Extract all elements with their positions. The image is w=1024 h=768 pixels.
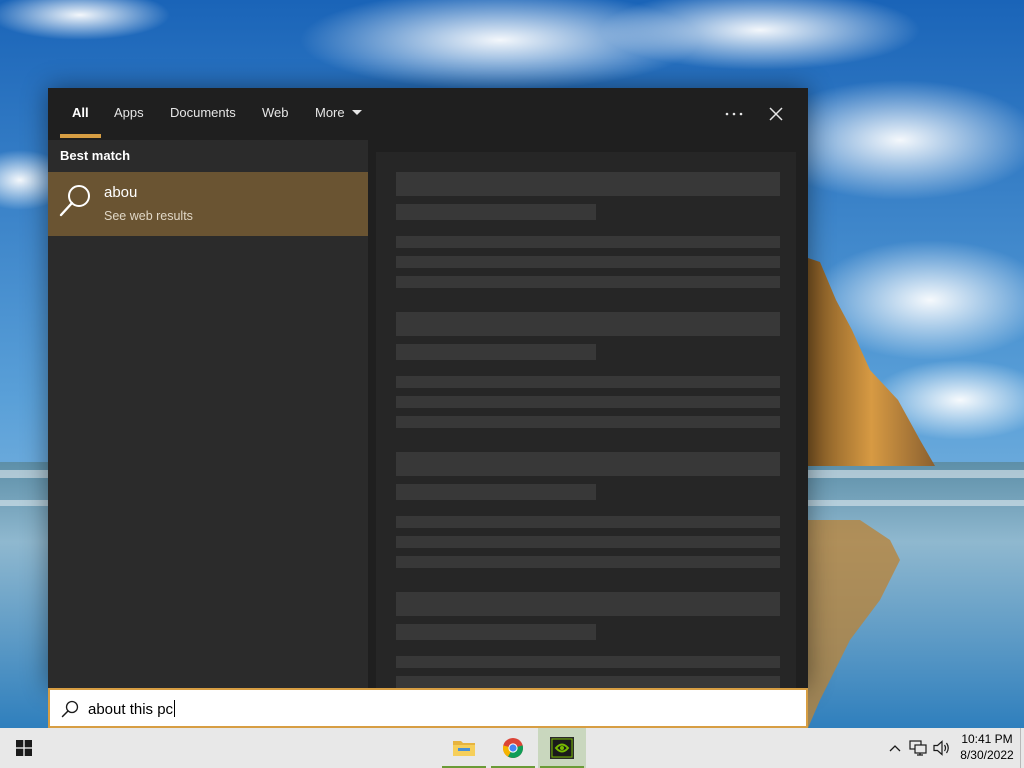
- skeleton-line: [396, 516, 780, 528]
- close-icon: [769, 107, 783, 121]
- best-match-result[interactable]: abou See web results: [48, 172, 368, 236]
- show-hidden-icons-button[interactable]: [885, 738, 905, 758]
- search-icon: [59, 185, 90, 217]
- network-button[interactable]: [908, 738, 928, 758]
- taskbar-app-file-explorer[interactable]: [440, 728, 488, 768]
- search-input[interactable]: about this pc: [48, 688, 808, 728]
- search-query: about this pc: [88, 701, 174, 718]
- volume-button[interactable]: [932, 738, 952, 758]
- tab-all-label: All: [72, 105, 89, 120]
- skeleton-heading: [396, 172, 780, 196]
- nvidia-icon: [550, 737, 574, 759]
- tab-apps-label: Apps: [114, 105, 144, 120]
- taskbar-clock[interactable]: 10:41 PM 8/30/2022: [954, 731, 1020, 763]
- skeleton-subheading: [396, 344, 596, 360]
- skeleton-heading: [396, 592, 780, 616]
- skeleton-subheading: [396, 624, 596, 640]
- clock-date: 8/30/2022: [960, 748, 1014, 762]
- skeleton-line: [396, 396, 780, 408]
- skeleton-line: [396, 256, 780, 268]
- skeleton-subheading: [396, 204, 596, 220]
- tab-apps[interactable]: Apps: [114, 88, 144, 140]
- best-match-subtitle: See web results: [104, 209, 193, 223]
- skeleton-subheading: [396, 484, 596, 500]
- tab-web-label: Web: [262, 105, 289, 120]
- chevron-down-icon: [351, 110, 362, 116]
- search-panel: All Apps Documents Web More Best match a…: [48, 88, 808, 688]
- skeleton-line: [396, 656, 780, 668]
- chrome-icon: [502, 738, 524, 759]
- skeleton-heading: [396, 452, 780, 476]
- search-input-text: about this pc: [88, 700, 176, 718]
- show-desktop-button[interactable]: [1020, 728, 1024, 768]
- file-explorer-icon: [453, 741, 475, 756]
- tab-more[interactable]: More: [315, 88, 362, 140]
- skeleton-line: [396, 376, 780, 388]
- search-tab-bar: All Apps Documents Web More: [48, 88, 808, 140]
- active-tab-indicator: [60, 134, 101, 138]
- best-match-heading: Best match: [60, 148, 131, 163]
- clock-time: 10:41 PM: [961, 732, 1013, 746]
- tab-more-label: More: [315, 105, 345, 120]
- skeleton-line: [396, 676, 780, 688]
- skeleton-line: [396, 536, 780, 548]
- results-list: Best match abou See web results: [48, 140, 368, 688]
- chevron-up-icon: [889, 745, 901, 752]
- best-match-title: abou: [104, 184, 138, 201]
- preview-loading-skeleton: [376, 152, 796, 688]
- text-caret: [174, 700, 176, 717]
- taskbar-app-chrome[interactable]: [489, 728, 537, 768]
- network-icon: [909, 740, 927, 756]
- tab-web[interactable]: Web: [262, 88, 289, 140]
- taskbar-app-nvidia[interactable]: [538, 728, 586, 768]
- ellipsis-icon: [725, 112, 743, 116]
- windows-logo-icon: [16, 740, 32, 756]
- close-button[interactable]: [759, 98, 793, 130]
- more-options-button[interactable]: [717, 98, 751, 130]
- preview-pane: [368, 140, 808, 688]
- skeleton-line: [396, 556, 780, 568]
- search-icon: [61, 700, 79, 718]
- tab-documents-label: Documents: [170, 105, 236, 120]
- tab-documents[interactable]: Documents: [170, 88, 236, 140]
- skeleton-line: [396, 236, 780, 248]
- taskbar: 10:41 PM 8/30/2022: [0, 728, 1024, 768]
- skeleton-heading: [396, 312, 780, 336]
- tab-all[interactable]: All: [72, 88, 89, 140]
- skeleton-line: [396, 416, 780, 428]
- volume-icon: [933, 740, 949, 756]
- skeleton-line: [396, 276, 780, 288]
- start-button[interactable]: [0, 728, 48, 768]
